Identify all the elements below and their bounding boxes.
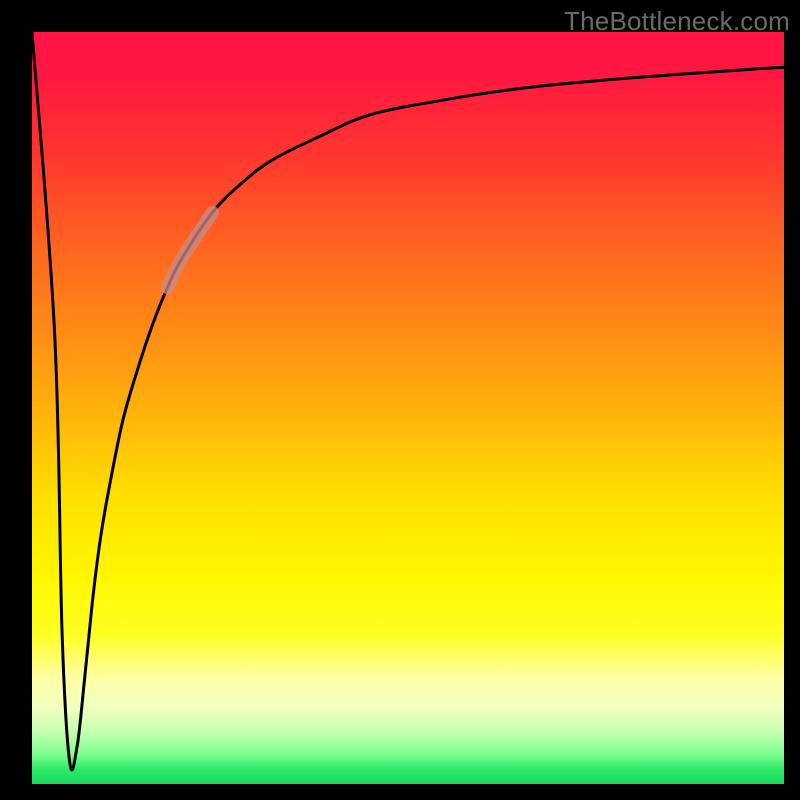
bottleneck-curve — [32, 32, 784, 770]
chart-frame: TheBottleneck.com — [0, 0, 800, 800]
plot-area — [32, 32, 784, 784]
highlight-segment — [167, 213, 212, 288]
curve-layer — [32, 32, 784, 784]
